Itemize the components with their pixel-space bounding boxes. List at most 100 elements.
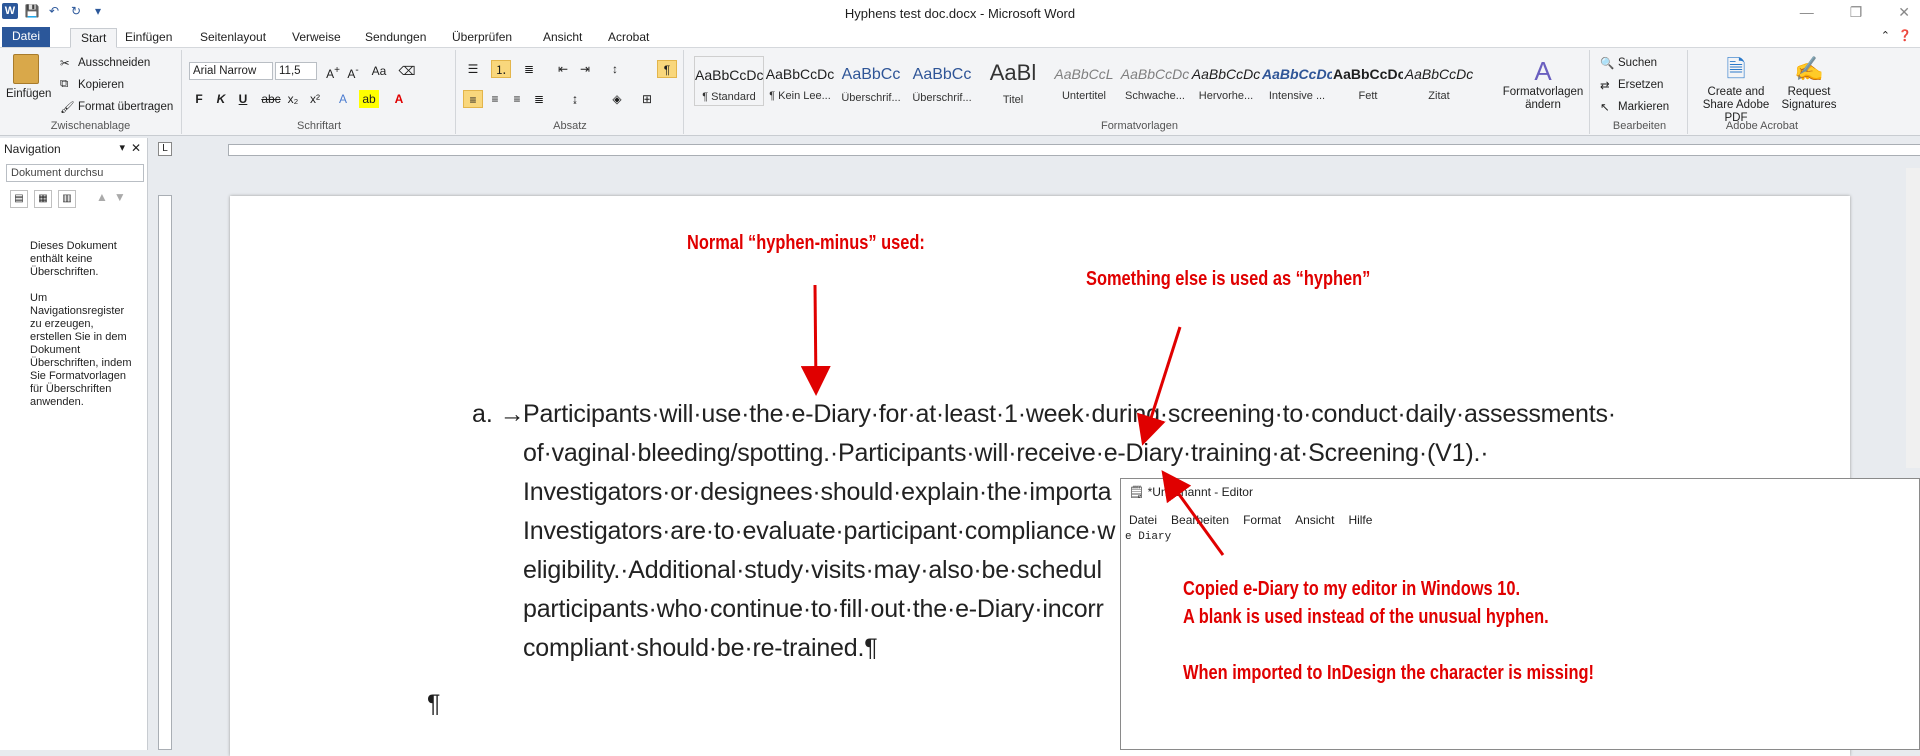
align-left-button[interactable]: ≡: [463, 90, 483, 108]
headings-view-icon[interactable]: ▤: [10, 190, 28, 208]
align-right-button[interactable]: ≡: [507, 90, 527, 108]
ribbon-collapse-icon[interactable]: ⌃: [1881, 29, 1890, 42]
find-button[interactable]: 🔍 Suchen: [1600, 56, 1657, 70]
increase-indent-button[interactable]: ⇥: [575, 60, 595, 78]
strikethrough-button[interactable]: abc: [261, 90, 281, 108]
tab-references[interactable]: Verweise: [282, 28, 351, 48]
bold-button[interactable]: F: [189, 90, 209, 108]
style-name: Titel: [1002, 94, 1024, 106]
create-pdf-button[interactable]: 🗎 Create and Share Adobe PDF: [1695, 54, 1777, 125]
italic-button[interactable]: K: [211, 90, 231, 108]
pages-view-icon[interactable]: ▦: [34, 190, 52, 208]
style-preview: AaBl: [989, 60, 1037, 85]
underline-button[interactable]: U: [233, 90, 253, 108]
shrink-font-button[interactable]: A-: [343, 62, 363, 81]
vertical-ruler[interactable]: [158, 195, 172, 750]
tab-selector-icon[interactable]: L: [158, 142, 172, 156]
close-pane-icon[interactable]: ✕: [131, 141, 141, 155]
clear-format-icon[interactable]: ⌫: [397, 62, 417, 80]
ruler-bar: [228, 144, 1920, 156]
font-name-select[interactable]: Arial Narrow: [189, 62, 273, 80]
pane-options-icon[interactable]: ▾: [119, 141, 125, 154]
tab-start[interactable]: Start: [70, 28, 118, 48]
style-item[interactable]: AaBbCcDc Schwache...: [1120, 56, 1190, 106]
select-button[interactable]: ↖ Markieren: [1600, 100, 1669, 114]
style-item[interactable]: AaBbCcDc ¶ Kein Lee...: [765, 56, 835, 106]
change-styles-button[interactable]: A Formatvorlagen ändern: [1498, 56, 1588, 112]
horizontal-ruler[interactable]: L: [148, 138, 1920, 160]
style-name: Intensive ...: [1268, 90, 1326, 102]
text-effects-button[interactable]: A: [333, 90, 353, 108]
style-item[interactable]: AaBl Titel: [978, 56, 1048, 106]
navigation-search-input[interactable]: Dokument durchsu: [6, 164, 144, 182]
tab-file[interactable]: Datei: [2, 27, 51, 47]
style-item[interactable]: AaBbCc Überschrif...: [907, 56, 977, 106]
navigation-message: Dieses Dokument enthält keine Überschrif…: [30, 240, 132, 408]
style-item[interactable]: AaBbCcDc Zitat: [1404, 56, 1474, 106]
tab-review[interactable]: Überprüfen: [442, 28, 522, 48]
highlight-button[interactable]: ab: [359, 90, 379, 108]
justify-button[interactable]: ≣: [529, 90, 549, 108]
notepad-annotation-1: Copied e-Diary to my editor in Windows 1…: [1183, 578, 1521, 600]
grow-font-button[interactable]: A+: [323, 62, 343, 81]
notepad-text-area[interactable]: e Diary: [1125, 531, 1171, 543]
notepad-menu-edit[interactable]: Bearbeiten: [1171, 513, 1229, 527]
notepad-annotation-3: When imported to InDesign the character …: [1183, 662, 1594, 684]
style-item[interactable]: AaBbCcDc Intensive ...: [1262, 56, 1332, 106]
paste-button[interactable]: Einfügen: [6, 54, 51, 100]
tab-page-layout[interactable]: Seitenlayout: [190, 28, 276, 48]
previous-icon[interactable]: ▲: [96, 190, 108, 208]
notepad-icon: 🗒: [1129, 485, 1145, 499]
maximize-icon[interactable]: ❐: [1850, 4, 1863, 21]
notepad-menu-view[interactable]: Ansicht: [1295, 513, 1334, 527]
ribbon: Einfügen ✂ Ausschneiden ⧉ Kopieren 🖌 Format…: [0, 48, 1920, 136]
minimize-icon[interactable]: —: [1800, 4, 1814, 21]
line-spacing-button[interactable]: ↨: [565, 90, 585, 108]
font-label: Schriftart: [296, 120, 341, 132]
tab-mailings[interactable]: Sendungen: [355, 28, 436, 48]
help-icon[interactable]: ❓: [1898, 29, 1912, 42]
style-preview: AaBbCcDc: [695, 67, 763, 83]
replace-button[interactable]: ⇄ Ersetzen: [1600, 78, 1663, 92]
next-icon[interactable]: ▼: [114, 190, 126, 208]
style-name: Zitat: [1428, 90, 1450, 102]
sort-button[interactable]: ↕: [605, 60, 625, 78]
subscript-button[interactable]: x₂: [283, 90, 303, 108]
style-preview: AaBbCcDc: [1404, 66, 1474, 82]
request-signatures-button[interactable]: ✍ Request Signatures: [1781, 54, 1837, 112]
results-view-icon[interactable]: ▥: [58, 190, 76, 208]
notepad-menu-format[interactable]: Format: [1243, 513, 1281, 527]
style-preview: AaBbCc: [841, 66, 901, 83]
numbering-button[interactable]: ⒈: [491, 60, 511, 78]
notepad-window: 🗒 *Unbenannt - Editor Datei Bearbeiten F…: [1120, 478, 1920, 750]
close-icon[interactable]: ✕: [1898, 4, 1910, 21]
change-case-button[interactable]: Aa: [369, 62, 389, 80]
align-center-button[interactable]: ≡: [485, 90, 505, 108]
style-item[interactable]: AaBbCc Überschrif...: [836, 56, 906, 106]
style-item[interactable]: AaBbCcL Untertitel: [1049, 56, 1119, 106]
bullets-button[interactable]: ☰: [463, 60, 483, 78]
style-item[interactable]: AaBbCcDc Fett: [1333, 56, 1403, 106]
vertical-scrollbar[interactable]: [1906, 168, 1920, 468]
superscript-button[interactable]: x²: [305, 90, 325, 108]
tab-view[interactable]: Ansicht: [533, 28, 592, 48]
ribbon-tabs: Datei Start Einfügen Seitenlayout Verwei…: [0, 26, 1920, 48]
cut-button[interactable]: ✂ Ausschneiden: [60, 56, 150, 70]
tab-acrobat[interactable]: Acrobat: [598, 28, 659, 48]
notepad-menu-file[interactable]: Datei: [1129, 513, 1157, 527]
decrease-indent-button[interactable]: ⇤: [553, 60, 573, 78]
style-item[interactable]: AaBbCcDc Hervorhe...: [1191, 56, 1261, 106]
format-painter-button[interactable]: 🖌 Format übertragen: [60, 100, 173, 114]
font-color-button[interactable]: A: [389, 90, 409, 108]
font-size-select[interactable]: 11,5: [275, 62, 317, 80]
notepad-menu-help[interactable]: Hilfe: [1348, 513, 1372, 527]
borders-button[interactable]: ⊞: [637, 90, 657, 108]
tab-insert[interactable]: Einfügen: [115, 28, 182, 48]
clipboard-icon: [13, 54, 39, 84]
style-item[interactable]: AaBbCcDc ¶ Standard: [694, 56, 764, 106]
show-formatting-button[interactable]: ¶: [657, 60, 677, 78]
copy-button[interactable]: ⧉ Kopieren: [60, 78, 124, 92]
styles-label: Formatvorlagen: [1100, 120, 1179, 132]
shading-button[interactable]: ◈: [607, 90, 627, 108]
multilevel-list-button[interactable]: ≣: [519, 60, 539, 78]
